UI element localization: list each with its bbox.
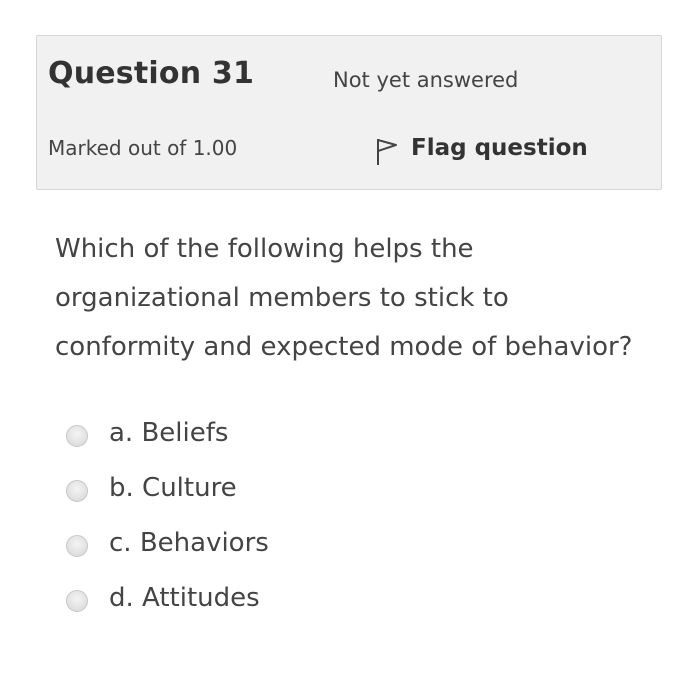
answer-option-d[interactable]: d. Attitudes — [66, 570, 269, 625]
question-text: Which of the following helps the organiz… — [55, 234, 633, 362]
answer-options: a. Beliefs b. Culture c. Behaviors d. At… — [66, 405, 269, 625]
question-title-prefix: Question — [48, 56, 202, 91]
radio-button[interactable] — [66, 534, 88, 557]
radio-button[interactable] — [66, 424, 88, 447]
question-grade: Marked out of 1.00 — [48, 136, 238, 160]
flag-icon — [375, 137, 399, 167]
question-number: 31 — [211, 56, 255, 91]
answer-option-c[interactable]: c. Behaviors — [66, 515, 269, 570]
answer-label[interactable]: d. Attitudes — [109, 583, 260, 613]
flag-question-label: Flag question — [411, 135, 588, 161]
flag-question-button[interactable]: Flag question — [375, 129, 588, 167]
radio-button[interactable] — [66, 479, 88, 502]
question-status: Not yet answered — [333, 68, 519, 92]
radio-button[interactable] — [66, 589, 88, 612]
answer-option-b[interactable]: b. Culture — [66, 460, 269, 515]
answer-label[interactable]: a. Beliefs — [109, 418, 228, 448]
answer-label[interactable]: c. Behaviors — [109, 528, 269, 558]
question-title: Question 31 — [48, 56, 254, 91]
answer-label[interactable]: b. Culture — [109, 473, 237, 503]
answer-option-a[interactable]: a. Beliefs — [66, 405, 269, 460]
question-info-panel: Question 31 Not yet answered Marked out … — [36, 35, 662, 190]
